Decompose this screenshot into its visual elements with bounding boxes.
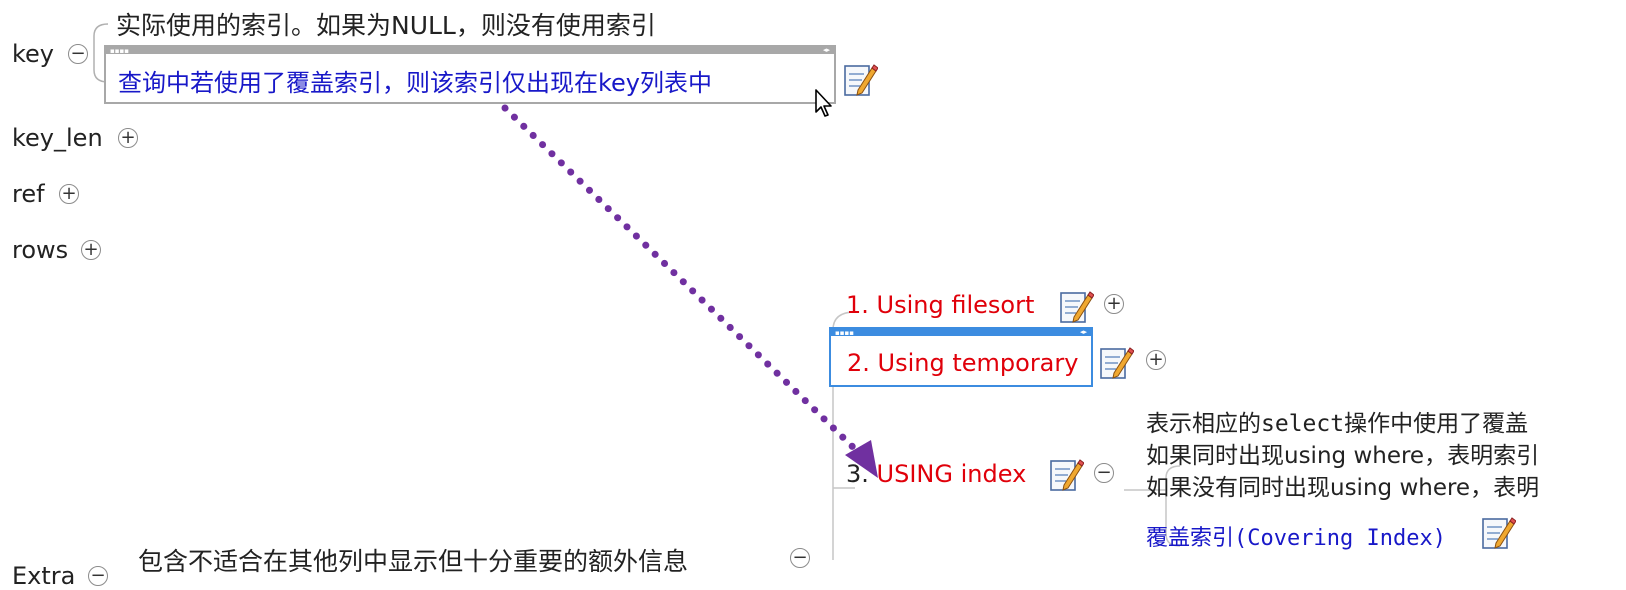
key-edit-box[interactable]: ▪▪▪▪ ◂▸ 查询中若使用了覆盖索引，则该索引仅出现在key列表中	[104, 45, 836, 104]
collapse-toggle-using-index[interactable]: −	[1094, 463, 1114, 483]
extra-note: 包含不适合在其他列中显示但十分重要的额外信息	[138, 547, 689, 576]
dotted-arrow-line	[501, 104, 862, 456]
collapse-toggle-extra-note[interactable]: −	[790, 548, 810, 568]
resize-arrows-icon[interactable]: ◂▸	[1080, 329, 1087, 336]
resize-arrows-icon[interactable]: ◂▸	[823, 47, 830, 54]
covering-index-note[interactable]: 覆盖索引(Covering Index)	[1146, 520, 1446, 552]
collapse-toggle-extra[interactable]: −	[88, 566, 108, 586]
item-number: 3.	[846, 460, 869, 488]
drag-grip-icon[interactable]: ▪▪▪▪	[835, 330, 854, 337]
extra-item-using-index[interactable]: 3. USING index	[846, 460, 1026, 488]
collapse-toggle-key[interactable]: −	[68, 44, 88, 64]
selected-node-frame[interactable]: ▪▪▪▪ ◂▸ 2. Using temporary	[829, 327, 1093, 387]
index-note-line1: 表示相应的select操作中使用了覆盖	[1146, 411, 1529, 437]
node-extra[interactable]: Extra	[12, 562, 75, 590]
node-rows[interactable]: rows	[12, 236, 68, 264]
key-edit-text[interactable]: 查询中若使用了覆盖索引，则该索引仅出现在key列表中	[118, 63, 712, 98]
note-icon[interactable]	[842, 62, 878, 98]
expand-toggle-key-len[interactable]: +	[118, 128, 138, 148]
note-icon[interactable]	[1098, 345, 1134, 381]
node-key-len[interactable]: key_len	[12, 124, 103, 152]
expand-toggle-filesort[interactable]: +	[1104, 294, 1124, 314]
index-note-line2: 如果同时出现using where，表明索引	[1146, 443, 1540, 469]
note-icon[interactable]	[1480, 515, 1516, 551]
extra-item-filesort[interactable]: 1. Using filesort	[846, 291, 1034, 319]
mouse-pointer-icon	[815, 89, 832, 117]
drag-grip-icon[interactable]: ▪▪▪▪	[110, 48, 129, 55]
extra-item-temporary[interactable]: 2. Using temporary	[847, 349, 1078, 377]
note-icon[interactable]	[1058, 289, 1094, 325]
item-label: USING index	[876, 460, 1027, 488]
expand-toggle-temporary[interactable]: +	[1146, 350, 1166, 370]
node-key[interactable]: key	[12, 40, 54, 68]
index-note-line3: 如果没有同时出现using where，表明	[1146, 475, 1540, 501]
node-ref[interactable]: ref	[12, 180, 45, 208]
key-note: 实际使用的索引。如果为NULL，则没有使用索引	[116, 11, 656, 40]
expand-toggle-rows[interactable]: +	[81, 240, 101, 260]
expand-toggle-ref[interactable]: +	[59, 184, 79, 204]
note-icon[interactable]	[1048, 457, 1084, 493]
